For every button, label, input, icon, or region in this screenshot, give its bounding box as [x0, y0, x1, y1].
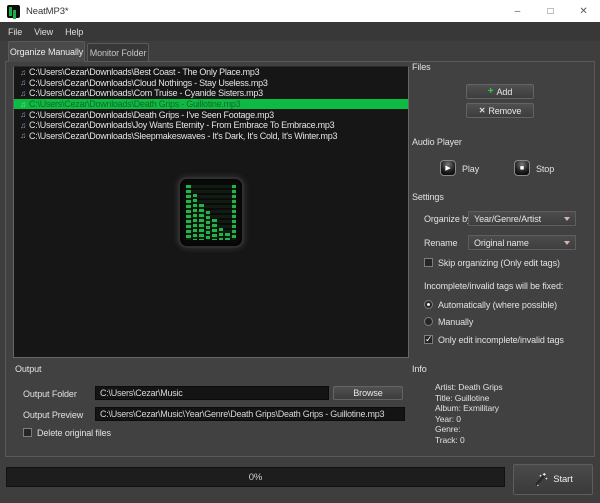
- organize-by-select[interactable]: Year/Genre/Artist: [468, 211, 576, 226]
- menu-bar: File View Help: [0, 22, 600, 41]
- remove-button[interactable]: ✕ Remove: [466, 103, 534, 118]
- x-icon: ✕: [479, 107, 486, 115]
- only-edit-label: Only edit incomplete/invalid tags: [438, 335, 564, 345]
- browse-button[interactable]: Browse: [333, 386, 403, 400]
- stop-icon: ■: [520, 165, 524, 172]
- automatically-label: Automatically (where possible): [438, 300, 557, 310]
- info-track: Track: 0: [435, 435, 503, 446]
- list-item[interactable]: ♫ C:\Users\Cezar\Downloads\Best Coast - …: [14, 67, 408, 78]
- info-section-title: Info: [412, 364, 427, 374]
- music-note-icon: ♫: [17, 78, 29, 87]
- window-controls: – □ ✕: [501, 0, 600, 22]
- play-icon: ▶: [445, 164, 450, 172]
- info-artist: Artist: Death Grips: [435, 382, 503, 393]
- rename-label: Rename: [424, 238, 457, 248]
- menu-file[interactable]: File: [8, 27, 28, 37]
- only-edit-checkbox[interactable]: [424, 335, 433, 344]
- info-year: Year: 0: [435, 414, 503, 425]
- delete-original-checkbox[interactable]: [23, 428, 32, 437]
- music-note-icon: ♫: [17, 89, 29, 98]
- add-button[interactable]: + Add: [466, 84, 534, 99]
- automatically-radio[interactable]: [424, 300, 433, 309]
- window-title: NeatMP3*: [26, 6, 69, 17]
- output-preview-label: Output Preview: [23, 410, 83, 420]
- file-path: C:\Users\Cezar\Downloads\Death Grips - I…: [29, 110, 274, 120]
- progress-bar: 0%: [6, 467, 505, 487]
- file-path: C:\Users\Cezar\Downloads\Best Coast - Th…: [29, 67, 259, 77]
- list-item[interactable]: ♫ C:\Users\Cezar\Downloads\Joy Wants Ete…: [14, 120, 408, 131]
- list-item[interactable]: ♫ C:\Users\Cezar\Downloads\Com Truise - …: [14, 88, 408, 99]
- list-item[interactable]: ♫ C:\Users\Cezar\Downloads\Death Grips -…: [14, 109, 408, 120]
- app-window: NeatMP3* – □ ✕ File View Help Organize M…: [0, 0, 600, 503]
- file-path: C:\Users\Cezar\Downloads\Death Grips - G…: [29, 99, 240, 109]
- list-item[interactable]: ♫ C:\Users\Cezar\Downloads\Sleepmakeswav…: [14, 131, 408, 142]
- start-button[interactable]: Start: [513, 464, 593, 495]
- file-path: C:\Users\Cezar\Downloads\Com Truise - Cy…: [29, 88, 263, 98]
- app-logo-icon: [7, 5, 20, 18]
- maximize-button[interactable]: □: [534, 0, 567, 22]
- manually-label: Manually: [438, 317, 473, 327]
- tab-organize-manually[interactable]: Organize Manually: [8, 41, 85, 62]
- rename-select[interactable]: Original name: [468, 235, 576, 250]
- audio-player-section-title: Audio Player: [412, 137, 462, 147]
- equalizer-logo: [178, 177, 244, 248]
- start-label: Start: [553, 474, 573, 485]
- music-note-icon: ♫: [17, 110, 29, 119]
- stop-button[interactable]: ■: [514, 160, 530, 176]
- play-label: Play: [462, 164, 479, 174]
- music-note-icon: ♫: [17, 131, 29, 140]
- tab-monitor-folder[interactable]: Monitor Folder: [87, 43, 149, 62]
- fix-tags-label: Incomplete/invalid tags will be fixed:: [424, 281, 563, 291]
- minimize-button[interactable]: –: [501, 0, 534, 22]
- list-item-selected[interactable]: ♫ C:\Users\Cezar\Downloads\Death Grips -…: [14, 99, 408, 110]
- plus-icon: +: [488, 87, 494, 97]
- music-note-icon: ♫: [17, 68, 29, 77]
- delete-original-label: Delete original files: [37, 428, 111, 438]
- list-item[interactable]: ♫ C:\Users\Cezar\Downloads\Cloud Nothing…: [14, 78, 408, 89]
- info-genre: Genre:: [435, 424, 503, 435]
- output-folder-input[interactable]: C:\Users\Cezar\Music: [95, 386, 329, 400]
- close-button[interactable]: ✕: [567, 0, 600, 22]
- stop-label: Stop: [536, 164, 554, 174]
- output-section-title: Output: [15, 364, 41, 374]
- magic-wand-icon: [533, 472, 548, 487]
- files-section-title: Files: [412, 62, 431, 72]
- organize-by-label: Organize by: [424, 214, 471, 224]
- music-note-icon: ♫: [17, 121, 29, 130]
- info-album: Album: Exmilitary: [435, 403, 503, 414]
- info-title: Title: Guillotine: [435, 393, 503, 404]
- output-folder-label: Output Folder: [23, 389, 77, 399]
- manually-radio[interactable]: [424, 317, 433, 326]
- skip-organizing-label: Skip organizing (Only edit tags): [438, 258, 560, 268]
- track-info: Artist: Death Grips Title: Guillotine Al…: [435, 382, 503, 445]
- play-button[interactable]: ▶: [440, 160, 456, 176]
- skip-organizing-checkbox[interactable]: [424, 258, 433, 267]
- menu-view[interactable]: View: [28, 27, 59, 37]
- output-preview-input[interactable]: C:\Users\Cezar\Music\Year\Genre\Death Gr…: [95, 407, 405, 421]
- menu-help[interactable]: Help: [59, 27, 89, 37]
- file-path: C:\Users\Cezar\Downloads\Sleepmakeswaves…: [29, 131, 337, 141]
- music-note-icon: ♫: [17, 100, 29, 109]
- file-path: C:\Users\Cezar\Downloads\Cloud Nothings …: [29, 78, 268, 88]
- title-bar: NeatMP3* – □ ✕: [0, 0, 600, 22]
- file-path: C:\Users\Cezar\Downloads\Joy Wants Etern…: [29, 120, 334, 130]
- settings-section-title: Settings: [412, 192, 444, 202]
- progress-value: 0%: [249, 472, 263, 483]
